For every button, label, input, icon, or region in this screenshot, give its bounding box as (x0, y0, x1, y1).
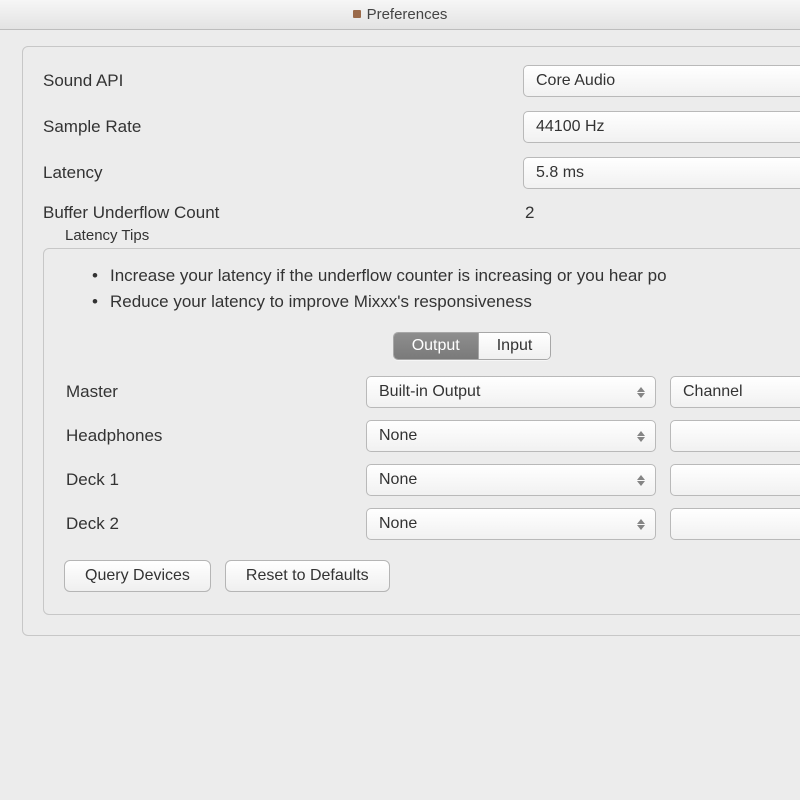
row-buffer-underflow: Buffer Underflow Count 2 (43, 203, 800, 223)
tab-output[interactable]: Output (394, 333, 479, 359)
inner-group: •Increase your latency if the underflow … (43, 248, 800, 615)
select-sound-api-value: Core Audio (536, 72, 615, 90)
latency-tips-title: Latency Tips (65, 227, 800, 244)
updown-icon (637, 387, 645, 398)
label-sound-api: Sound API (43, 71, 513, 91)
select-latency-value: 5.8 ms (536, 164, 584, 182)
output-row-deck1: Deck 1 None (62, 464, 800, 496)
tab-input[interactable]: Input (479, 333, 551, 359)
label-latency: Latency (43, 163, 513, 183)
output-row-deck2: Deck 2 None (62, 508, 800, 540)
updown-icon (637, 519, 645, 530)
select-sample-rate-value: 44100 Hz (536, 118, 605, 136)
select-deck1-device-value: None (379, 471, 417, 489)
tip-line-2: Reduce your latency to improve Mixxx's r… (110, 292, 532, 311)
io-tab-segment: Output Input (393, 332, 552, 360)
io-tabbar: Output Input (62, 332, 800, 360)
updown-icon (637, 475, 645, 486)
select-deck2-device[interactable]: None (366, 508, 656, 540)
select-headphones-device[interactable]: None (366, 420, 656, 452)
select-headphones-channel[interactable] (670, 420, 800, 452)
select-deck1-channel[interactable] (670, 464, 800, 496)
select-sample-rate[interactable]: 44100 Hz (523, 111, 800, 143)
label-sample-rate: Sample Rate (43, 117, 513, 137)
label-buffer-underflow: Buffer Underflow Count (43, 203, 513, 223)
select-master-channel[interactable]: Channel (670, 376, 800, 408)
window-title: Preferences (367, 6, 448, 23)
row-sample-rate: Sample Rate 44100 Hz (43, 111, 800, 143)
query-devices-button[interactable]: Query Devices (64, 560, 211, 592)
row-latency: Latency 5.8 ms (43, 157, 800, 189)
button-row: Query Devices Reset to Defaults (64, 560, 800, 592)
label-deck2: Deck 2 (62, 514, 352, 534)
window-titlebar: Preferences (0, 0, 800, 30)
row-sound-api: Sound API Core Audio (43, 65, 800, 97)
select-sound-api[interactable]: Core Audio (523, 65, 800, 97)
select-deck2-channel[interactable] (670, 508, 800, 540)
label-master: Master (62, 382, 352, 402)
label-headphones: Headphones (62, 426, 352, 446)
output-row-headphones: Headphones None (62, 420, 800, 452)
output-row-master: Master Built-in Output Channel (62, 376, 800, 408)
reset-defaults-button[interactable]: Reset to Defaults (225, 560, 390, 592)
preferences-panel: Sound API Core Audio Sample Rate 44100 H… (22, 46, 800, 636)
latency-tips-text: •Increase your latency if the underflow … (92, 263, 800, 314)
label-deck1: Deck 1 (62, 470, 352, 490)
select-deck1-device[interactable]: None (366, 464, 656, 496)
select-deck2-device-value: None (379, 515, 417, 533)
select-master-device[interactable]: Built-in Output (366, 376, 656, 408)
select-master-channel-value: Channel (683, 383, 743, 401)
tip-line-1: Increase your latency if the underflow c… (110, 266, 667, 285)
select-latency[interactable]: 5.8 ms (523, 157, 800, 189)
bullet-icon: • (92, 289, 110, 315)
app-icon (353, 10, 361, 18)
select-headphones-device-value: None (379, 427, 417, 445)
updown-icon (637, 431, 645, 442)
select-master-device-value: Built-in Output (379, 383, 480, 401)
bullet-icon: • (92, 263, 110, 289)
value-buffer-underflow: 2 (523, 203, 534, 223)
